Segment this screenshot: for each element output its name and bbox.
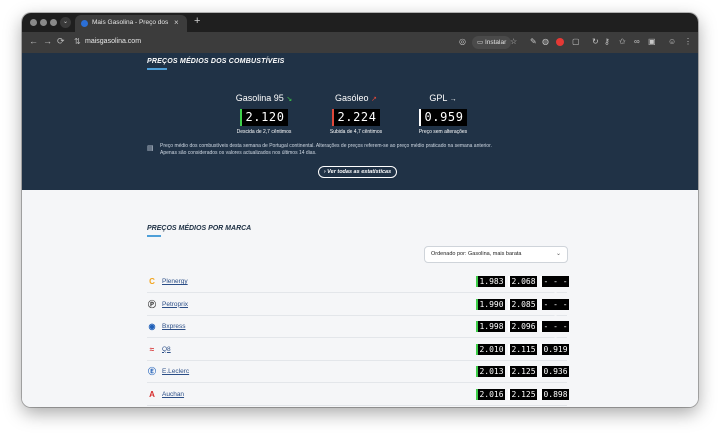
brand-logo-icon: Ⓔ [148, 367, 156, 376]
close-window-icon[interactable] [30, 19, 37, 26]
tab-close-icon[interactable]: × [174, 18, 179, 27]
location-icon[interactable]: ◎ [459, 37, 466, 46]
profile-icon[interactable]: ☺ [668, 37, 676, 46]
gpl-price: - - - - [540, 298, 569, 320]
price-note-line-2: Apenas são considerados os valores actua… [160, 149, 317, 156]
brand-logo-icon: Ⓟ [148, 299, 156, 309]
fuel-label: GPL [429, 93, 448, 103]
fuel-card-gpl: GPL → 0.959 Preço sem alterações [405, 93, 481, 135]
fuel-name: Gasolina 95 ↘ [226, 93, 302, 103]
bookmark-star-icon[interactable]: ☆ [510, 37, 517, 46]
brand-logo-icon: A [149, 389, 155, 399]
gpl-price: - - - - [540, 276, 569, 297]
brand-row[interactable]: ≈ Q8 2.010 2.115 0.919 [147, 341, 569, 361]
address-bar[interactable]: maisgasolina.com [85, 38, 141, 45]
fuel-change-text: Preço sem alterações [418, 129, 468, 135]
tab-strip: ⌄ Mais Gasolina - Preço dos co × + [22, 13, 698, 32]
brand-link[interactable]: Plenergy [162, 278, 188, 285]
gpl-price: 0.919 [540, 343, 569, 355]
gasoleo-price: 2.125 [508, 366, 537, 377]
back-icon[interactable]: ← [29, 36, 38, 46]
brands-title-underline [147, 235, 161, 237]
brand-logo-icon: C [149, 277, 155, 286]
reload-icon[interactable]: ⟳ [57, 36, 65, 47]
gasoleo-price: 2.096 [508, 321, 537, 332]
gasolina-price: 1.998 [476, 321, 505, 332]
browser-menu-icon[interactable]: ⋮ [684, 37, 692, 46]
tab-title: Mais Gasolina - Preço dos co [92, 19, 168, 26]
fuel-name: Gasóleo ↗ [318, 93, 394, 103]
brand-logo-icon: ≈ [149, 344, 155, 354]
gasolina-price: 2.010 [476, 343, 505, 355]
new-tab-icon[interactable]: + [194, 15, 200, 27]
fuel-card-gasolina: Gasolina 95 ↘ 2.120 Descida de 2,7 cênti… [226, 93, 302, 135]
maximize-window-icon[interactable] [50, 19, 57, 26]
gasolina-price: 1.990 [476, 298, 505, 310]
brands-title: PREÇOS MÉDIOS POR MARCA [147, 225, 252, 232]
brand-row[interactable]: Ⓟ Petroprix 1.990 2.085- - - - [147, 296, 569, 320]
sort-select-label: Ordenado por: Gasolina, mais barata [431, 251, 522, 257]
gasoleo-price: 2.085 [508, 298, 537, 310]
brand-row[interactable]: Ⓔ E.Leclerc 2.013 2.125 0.936 [147, 363, 569, 383]
extension-star-icon[interactable]: ✩ [619, 37, 626, 46]
brand-link[interactable]: E.Leclerc [162, 368, 189, 375]
brand-link[interactable]: Auchan [162, 391, 184, 398]
extension-key-icon[interactable]: ⚷ [604, 37, 610, 46]
extension-cycle-icon[interactable]: ↻ [592, 37, 599, 46]
chevron-down-icon: ⌄ [555, 251, 561, 257]
brand-row[interactable]: A Auchan 2.016 2.125 0.898 [147, 386, 569, 406]
sidebar-toggle-icon[interactable]: ▣ [648, 37, 656, 46]
tab-search-chevron-icon[interactable]: ⌄ [60, 17, 71, 28]
brand-row[interactable]: C Plenergy 1.983 2.068- - - - [147, 273, 569, 297]
fuel-label: Gasóleo [335, 93, 369, 103]
gpl-price: 0.898 [540, 388, 569, 400]
fuel-change-text: Subida de 4,7 cêntimos [329, 129, 383, 135]
gasoleo-price: 2.125 [508, 388, 537, 400]
fuel-prices-hero: PREÇOS MÉDIOS DOS COMBUSTÍVEIS Gasolina … [22, 53, 698, 190]
fuel-price: 2.120 [240, 109, 288, 126]
gasolina-price: 2.016 [476, 388, 505, 400]
trend-down-icon: ↘ [286, 96, 293, 103]
trend-flat-icon: → [449, 96, 457, 103]
install-app-button[interactable]: ▭ Instalar [472, 36, 512, 49]
hero-title: PREÇOS MÉDIOS DOS COMBUSTÍVEIS [147, 58, 285, 65]
brand-row[interactable]: ◉ Bxpress 1.998 2.096- - - - [147, 318, 569, 342]
site-favicon-icon [81, 20, 88, 27]
brand-link[interactable]: Q8 [162, 346, 171, 353]
info-note-icon: ▤ [147, 145, 154, 152]
extension-link-icon[interactable]: ∞ [634, 37, 640, 46]
brand-link[interactable]: Petroprix [162, 301, 188, 308]
fuel-name: GPL → [405, 93, 481, 103]
price-note: Preço médio dos combustíveis desta seman… [160, 143, 560, 156]
forward-icon[interactable]: → [43, 36, 52, 46]
view-all-statistics-button[interactable]: › Ver todas as estatísticas [318, 166, 397, 178]
fuel-price: 2.224 [332, 109, 380, 126]
browser-toolbar: ← → ⟳ ⇅ maisgasolina.com ◎ ▭ Instalar ☆ … [22, 32, 698, 53]
brand-logo-icon: ◉ [148, 322, 156, 331]
active-tab[interactable]: Mais Gasolina - Preço dos co × [75, 15, 187, 32]
gpl-price: 0.936 [540, 366, 569, 377]
install-label: Instalar [484, 39, 507, 46]
gasoleo-price: 2.115 [508, 343, 537, 355]
gasolina-price: 2.013 [476, 366, 505, 377]
fuel-label: Gasolina 95 [235, 93, 284, 103]
fuel-change-text: Descida de 2,7 cêntimos [236, 129, 292, 135]
gasolina-price: 1.983 [476, 276, 505, 287]
sort-select[interactable]: Ordenado por: Gasolina, mais barata ⌄ [424, 246, 568, 263]
gpl-price: - - - - [540, 321, 569, 342]
site-info-icon[interactable]: ⇅ [74, 37, 81, 46]
extension-pen-icon[interactable]: ✎ [530, 37, 537, 46]
extension-globe-icon[interactable]: ◍ [542, 37, 549, 46]
browser-window: ⌄ Mais Gasolina - Preço dos co × + ← → ⟳… [22, 13, 698, 407]
extension-box-icon[interactable]: ▢ [572, 37, 580, 46]
extension-red-icon[interactable] [556, 38, 564, 46]
fuel-price: 0.959 [419, 109, 467, 126]
trend-up-icon: ↗ [371, 96, 377, 103]
hero-title-underline [147, 68, 167, 70]
minimize-window-icon[interactable] [40, 19, 47, 26]
brand-link[interactable]: Bxpress [162, 323, 185, 330]
gasoleo-price: 2.068 [508, 276, 537, 287]
fuel-card-gasoleo: Gasóleo ↗ 2.224 Subida de 4,7 cêntimos [318, 93, 394, 135]
brand-prices-section: PREÇOS MÉDIOS POR MARCA Ordenado por: Ga… [22, 190, 698, 407]
